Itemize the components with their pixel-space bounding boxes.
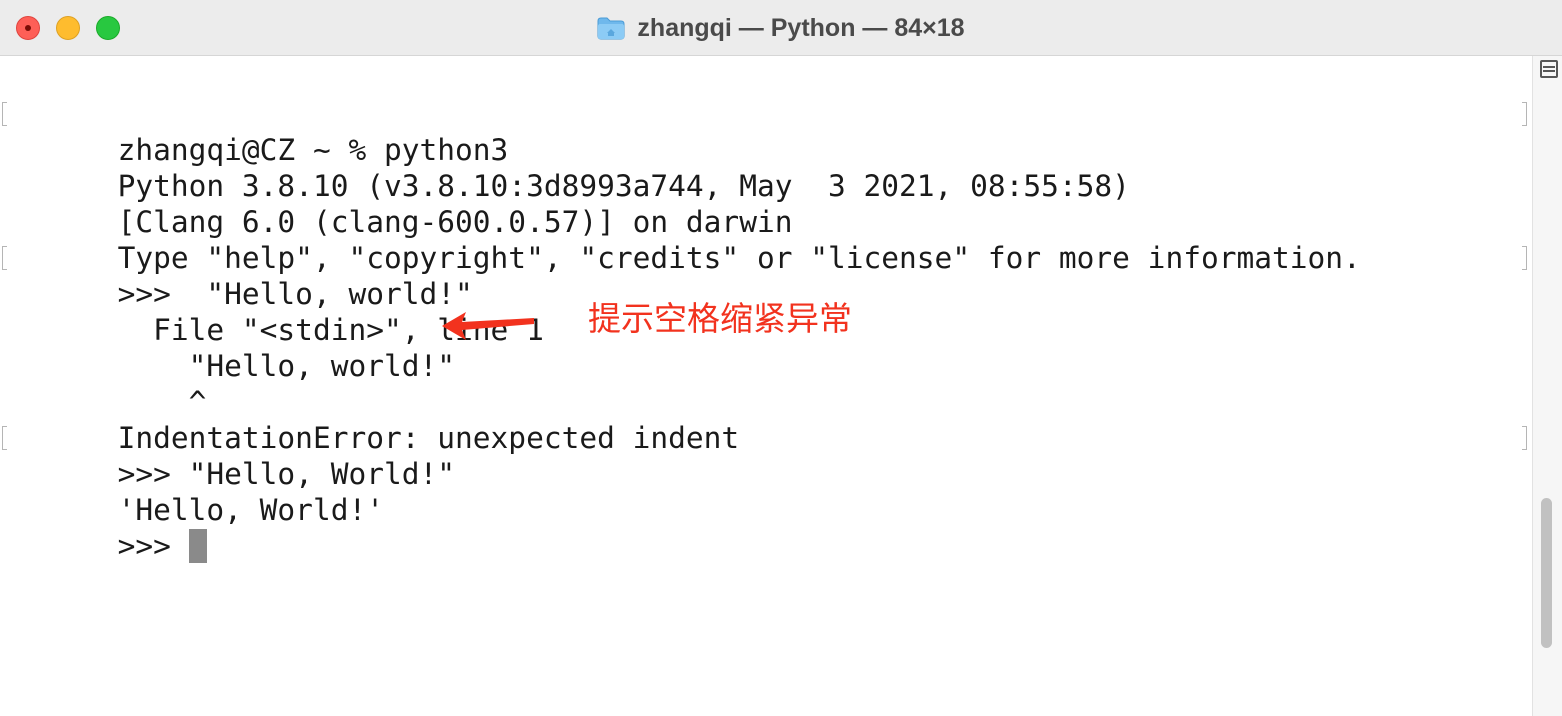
terminal-line: 'Hello, World!': [117, 493, 384, 527]
command-mark-right: [1522, 426, 1527, 450]
terminal-output[interactable]: zhangqi@CZ ~ % python3 Python 3.8.10 (v3…: [0, 96, 1530, 696]
terminal-line: Type "help", "copyright", "credits" or "…: [117, 241, 1361, 275]
folder-icon: [597, 17, 625, 40]
terminal-window: zhangqi — Python — 84×18 zhangqi@CZ ~ % …: [0, 0, 1562, 716]
terminal-prompt-line[interactable]: >>>: [0, 492, 1530, 563]
vertical-scrollbar[interactable]: [1532, 56, 1562, 716]
command-mark-left: [2, 102, 7, 126]
arrow-left-icon: [442, 312, 534, 340]
command-mark-left: [2, 246, 7, 270]
terminal-line: >>> "Hello, World!": [0, 420, 1530, 491]
window-title: zhangqi — Python — 84×18: [637, 13, 965, 42]
terminal-line: zhangqi@CZ ~ % python3: [0, 96, 1530, 167]
split-pane-icon[interactable]: [1540, 60, 1558, 78]
title-bar[interactable]: zhangqi — Python — 84×18: [0, 0, 1562, 56]
title-group: zhangqi — Python — 84×18: [0, 12, 1562, 44]
text-cursor: [188, 529, 207, 563]
terminal-line: Python 3.8.10 (v3.8.10:3d8993a744, May 3…: [117, 169, 1130, 203]
terminal-line: >>> "Hello, world!": [0, 240, 1530, 311]
terminal-line: [Clang 6.0 (clang-600.0.57)] on darwin: [117, 205, 793, 239]
command-mark-right: [1522, 102, 1527, 126]
terminal-line: IndentationError: unexpected indent: [117, 421, 740, 455]
annotation-label: 提示空格缩紧异常: [588, 299, 852, 338]
scrollbar-thumb[interactable]: [1541, 498, 1552, 648]
terminal-line: ^: [117, 385, 207, 419]
command-mark-left: [2, 426, 7, 450]
command-mark-right: [1522, 246, 1527, 270]
